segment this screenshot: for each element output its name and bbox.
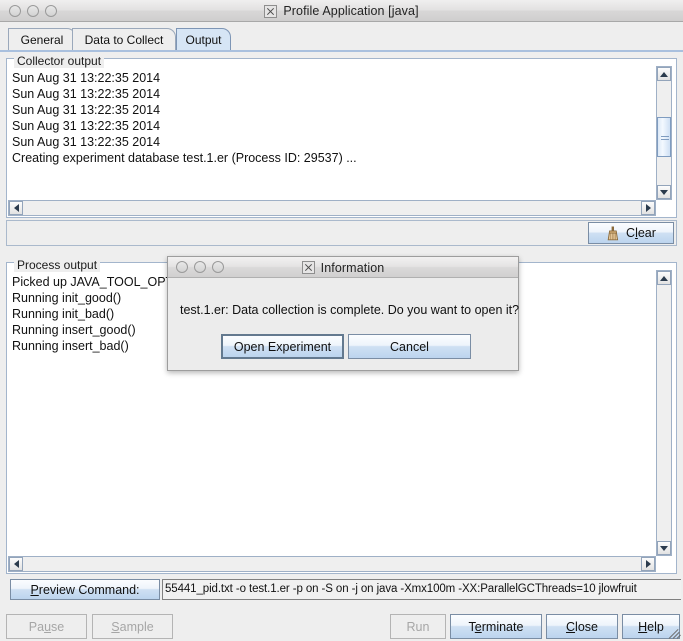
preview-command-button-label: Preview Command: (30, 582, 140, 597)
dialog-title-center: Information (168, 257, 518, 278)
arrow-left-icon (13, 560, 19, 568)
scroll-right-button[interactable] (641, 201, 655, 215)
terminate-button[interactable]: Terminate (450, 614, 542, 639)
collector-horizontal-scrollbar[interactable] (8, 200, 656, 216)
collector-scrollbar-thumb[interactable] (657, 117, 671, 157)
scroll-up-button[interactable] (657, 67, 671, 81)
tab-underline (0, 50, 683, 52)
collector-output-line: Sun Aug 31 13:22:35 2014 (12, 119, 161, 133)
dialog-title-bar: Information (168, 257, 518, 278)
arrow-down-icon (660, 189, 668, 195)
footer-bar: Pause Sample Run Terminate Close Help (0, 603, 683, 641)
tab-data-to-collect[interactable]: Data to Collect (72, 28, 176, 50)
dialog-message: test.1.er: Data collection is complete. … (180, 303, 520, 317)
grip-line-icon (661, 139, 669, 140)
preview-command-field[interactable]: 55441_pid.txt -o test.1.er -p on -S on -… (162, 579, 681, 600)
cancel-button[interactable]: Cancel (348, 334, 471, 359)
collector-vertical-scrollbar[interactable] (656, 66, 672, 200)
window-title: Profile Application [java] (283, 4, 419, 18)
tab-general[interactable]: General (8, 28, 76, 50)
help-button-label: Help (638, 619, 664, 634)
information-dialog: Information test.1.er: Data collection i… (167, 256, 519, 371)
title-bar-center: Profile Application [java] (0, 0, 683, 22)
scroll-down-button[interactable] (657, 541, 671, 555)
preview-command-button[interactable]: Preview Command: (10, 579, 160, 600)
arrow-up-icon (660, 71, 668, 77)
arrow-left-icon (13, 204, 19, 212)
pause-button[interactable]: Pause (6, 614, 87, 639)
x-logo-icon (301, 261, 315, 274)
run-button-label: Run (406, 619, 430, 634)
arrow-down-icon (660, 545, 668, 551)
clear-button[interactable]: Clear (588, 222, 674, 244)
run-button[interactable]: Run (390, 614, 446, 639)
tab-output[interactable]: Output (176, 28, 231, 50)
scroll-left-button[interactable] (9, 201, 23, 215)
open-experiment-button-label: Open Experiment (233, 339, 332, 354)
x-logo-icon (264, 4, 278, 18)
close-button[interactable]: Close (546, 614, 618, 639)
tab-general-label: General (20, 32, 64, 47)
close-button-label: Close (566, 619, 598, 634)
title-bar: Profile Application [java] (0, 0, 683, 22)
arrow-up-icon (660, 275, 668, 281)
cancel-button-label: Cancel (390, 339, 429, 354)
scroll-right-button[interactable] (641, 557, 655, 571)
sample-button[interactable]: Sample (92, 614, 173, 639)
process-output-legend: Process output (14, 258, 101, 272)
terminate-button-label: Terminate (468, 619, 524, 634)
scroll-left-button[interactable] (9, 557, 23, 571)
dialog-title: Information (320, 260, 385, 275)
pause-button-label: Pause (28, 619, 65, 634)
sample-button-label: Sample (111, 619, 154, 634)
process-horizontal-scrollbar[interactable] (8, 556, 656, 572)
resize-grip[interactable] (667, 625, 682, 640)
collector-output-line: Sun Aug 31 13:22:35 2014 (12, 135, 161, 149)
arrow-right-icon (645, 560, 651, 568)
grip-line-icon (661, 136, 669, 137)
collector-output-line: Creating experiment database test.1.er (… (12, 151, 357, 165)
clear-toolbar (6, 220, 677, 246)
arrow-right-icon (645, 204, 651, 212)
collector-output-legend: Collector output (14, 54, 105, 68)
broom-icon (606, 226, 620, 241)
open-experiment-button[interactable]: Open Experiment (221, 334, 344, 359)
scroll-up-button[interactable] (657, 271, 671, 285)
tab-data-to-collect-label: Data to Collect (84, 32, 164, 47)
scroll-down-button[interactable] (657, 185, 671, 199)
process-vertical-scrollbar[interactable] (656, 270, 672, 556)
collector-output-line: Sun Aug 31 13:22:35 2014 (12, 103, 161, 117)
profile-application-window: Profile Application [java] General Data … (0, 0, 683, 641)
tab-strip: General Data to Collect Output (0, 22, 683, 52)
collector-output-text[interactable]: Sun Aug 31 13:22:35 2014 Sun Aug 31 13:2… (8, 68, 658, 198)
collector-output-line: Sun Aug 31 13:22:35 2014 (12, 71, 161, 85)
collector-output-line: Sun Aug 31 13:22:35 2014 (12, 87, 161, 101)
tab-output-label: Output (185, 32, 222, 47)
clear-button-label: Clear (626, 226, 656, 240)
